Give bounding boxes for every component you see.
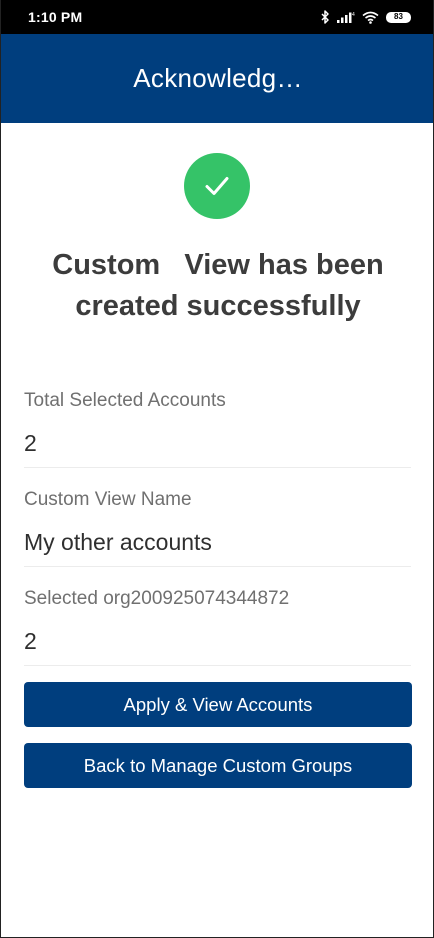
wifi-icon [362, 11, 379, 24]
success-message-line2: created successfully [75, 290, 361, 322]
success-message-line1: Custom View has been [52, 249, 384, 281]
status-time: 1:10 PM [28, 9, 83, 25]
field-label: Total Selected Accounts [24, 390, 226, 411]
bluetooth-icon [320, 10, 330, 24]
app-bar: Acknowledg… [1, 34, 433, 123]
signal-icon: 4 [337, 11, 355, 23]
field-value: My other accounts [24, 529, 212, 555]
field-label: Custom View Name [24, 489, 192, 510]
status-bar: 1:10 PM 4 83 [1, 0, 433, 34]
page-title: Acknowledg… [133, 63, 303, 93]
battery-icon: 83 [386, 11, 411, 23]
field-total-selected-accounts: Total Selected Accounts 2 [24, 386, 411, 468]
apply-view-accounts-button[interactable]: Apply & View Accounts [24, 682, 412, 727]
svg-text:4: 4 [352, 12, 355, 18]
checkmark-icon [184, 153, 250, 219]
field-value: 2 [24, 628, 37, 654]
field-custom-view-name: Custom View Name My other accounts [24, 485, 411, 567]
field-label: Selected org200925074344872 [24, 588, 290, 609]
field-value: 2 [24, 430, 37, 456]
status-icons: 4 83 [320, 0, 411, 34]
app-screen: 1:10 PM 4 83 Acknowledg… Custom View has… [0, 0, 434, 938]
field-selected-org: Selected org200925074344872 2 [24, 584, 411, 666]
success-message: Custom View has been created successfull… [21, 245, 415, 327]
back-to-manage-custom-groups-button[interactable]: Back to Manage Custom Groups [24, 743, 412, 788]
